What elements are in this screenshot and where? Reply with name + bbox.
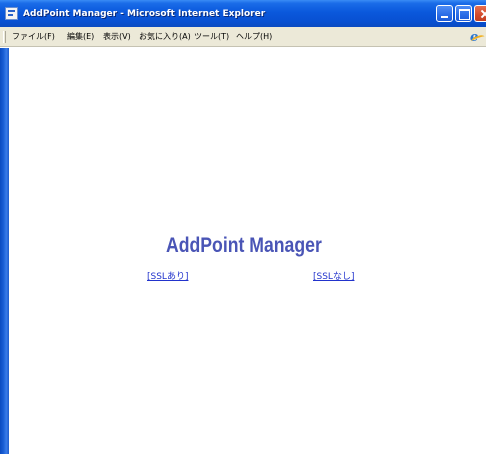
menu-tools[interactable]: ツール(T) [194, 31, 229, 43]
menu-edit[interactable]: 編集(E) [67, 31, 94, 43]
page-icon[interactable] [5, 7, 18, 20]
menu-help[interactable]: ヘルプ(H) [236, 31, 272, 43]
maximize-button[interactable] [455, 5, 472, 22]
page-content: AddPoint Manager [SSLあり] [SSLなし] [0, 48, 486, 454]
menu-favorites[interactable]: お気に入り(A) [139, 31, 191, 43]
title-bar[interactable]: AddPoint Manager - Microsoft Internet Ex… [0, 0, 486, 27]
close-button[interactable] [474, 5, 486, 22]
window-title: AddPoint Manager - Microsoft Internet Ex… [23, 9, 266, 19]
menu-bar: ファイル(F) 編集(E) 表示(V) お気に入り(A) ツール(T) ヘルプ(… [0, 27, 486, 47]
window-left-border [0, 48, 9, 454]
minimize-button[interactable] [436, 5, 453, 22]
ssl-link[interactable]: [SSLあり] [147, 270, 188, 284]
toolbar-grip[interactable] [3, 31, 6, 43]
ie-logo-icon: e [470, 30, 486, 45]
no-ssl-link[interactable]: [SSLなし] [313, 270, 354, 284]
app-logo: AddPoint Manager [166, 234, 322, 257]
browser-window: AddPoint Manager - Microsoft Internet Ex… [0, 0, 486, 454]
menu-file[interactable]: ファイル(F) [12, 31, 55, 43]
menu-view[interactable]: 表示(V) [103, 31, 131, 43]
